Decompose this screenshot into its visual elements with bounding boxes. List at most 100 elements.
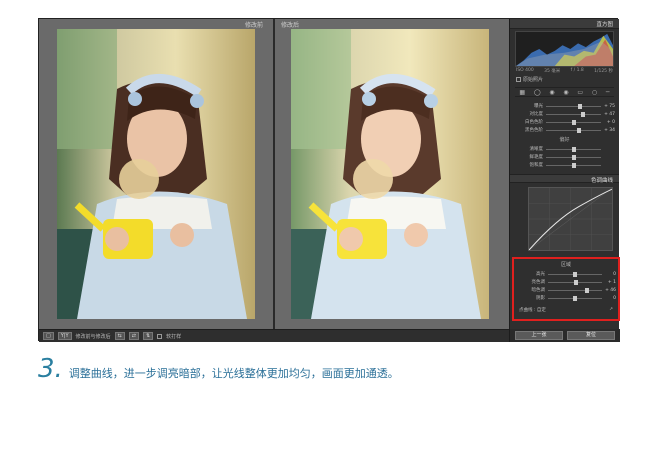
slider-knob[interactable] — [571, 154, 576, 160]
tool-strip: ▦ ◯ ◉ ◉ ▭ ○ ─ — [515, 87, 614, 97]
curve-edit-icon[interactable]: ↗ — [609, 307, 613, 313]
tone-curve-graph[interactable] — [528, 187, 613, 251]
slider-row[interactable]: 对比度 + 47 — [514, 110, 615, 118]
crop-icon[interactable]: ◯ — [534, 89, 541, 96]
after-label: 修改后 — [281, 22, 300, 29]
slider-track[interactable] — [546, 103, 601, 109]
soft-proof-label: 软打样 — [166, 333, 182, 340]
slider-row[interactable]: 清晰度 — [514, 145, 615, 153]
caption-text: 调整曲线，进一步调亮暗部，让光线整体更加均匀，画面更加通透。 — [68, 367, 399, 380]
slider-row[interactable]: 亮色调 + 1 — [516, 278, 616, 286]
soft-proof-checkbox[interactable] — [157, 333, 163, 339]
slider-knob[interactable] — [577, 127, 581, 133]
slider-track[interactable] — [548, 295, 602, 301]
original-photo-checkbox[interactable] — [516, 77, 521, 82]
tone-curve-header[interactable]: 色调曲线 — [510, 174, 619, 184]
slider-value[interactable]: + 46 — [602, 288, 616, 293]
redeye-icon[interactable]: ◉ — [563, 89, 568, 96]
after-pane[interactable]: 修改后 — [275, 19, 509, 329]
slider-knob[interactable] — [585, 287, 590, 293]
after-photo — [291, 29, 489, 319]
slider-knob[interactable] — [574, 279, 579, 285]
before-label: 修改前 — [245, 22, 264, 29]
slider-row[interactable]: 鲜艳度 — [514, 153, 615, 161]
slider-track[interactable] — [546, 119, 601, 125]
iso-value: ISO 400 — [516, 68, 534, 73]
original-photo-toggle[interactable]: 原始照片 — [510, 75, 619, 84]
slider-value[interactable]: 0 — [602, 296, 616, 301]
slider-row[interactable]: 阴影 0 — [516, 294, 616, 302]
slider-track[interactable] — [546, 127, 601, 133]
slider-value[interactable]: + 0 — [601, 120, 615, 125]
radial-filter-icon[interactable]: ○ — [592, 89, 597, 96]
slider-row[interactable]: 暗色调 + 46 — [516, 286, 616, 294]
slider-track[interactable] — [546, 162, 601, 168]
slider-label: 白色色阶 — [525, 120, 543, 125]
graduated-filter-icon[interactable]: ▭ — [577, 89, 583, 96]
slider-row[interactable]: 高光 0 — [516, 270, 616, 278]
compare-view-button[interactable]: Y|Y — [57, 332, 72, 340]
develop-panel: 直方图 ISO 400 35 毫米 f / 1.8 1/125 秒 原始照片 ▦… — [509, 19, 620, 342]
slider-knob[interactable] — [573, 295, 577, 301]
slider-knob[interactable] — [573, 271, 577, 277]
point-curve-label: 点曲线 : 自定 — [519, 308, 546, 313]
slider-value[interactable]: + 34 — [601, 128, 615, 133]
compare-viewer: 修改前 修改后 — [39, 19, 509, 329]
lightroom-window: 修改前 修改后 □ Y|Y 修改前与修改后 ⇆ ⇄ ⇅ 软打样 直方图 ISO … — [38, 18, 620, 342]
caption: 3. 调整曲线，进一步调亮暗部，让光线整体更加均匀，画面更加通透。 — [38, 354, 399, 384]
slider-label: 亮色调 — [531, 280, 546, 285]
previous-button[interactable]: 上一张 — [515, 331, 563, 340]
point-curve-select[interactable]: 自定 — [537, 308, 546, 313]
slider-knob[interactable] — [571, 162, 576, 168]
copy-settings-right-button[interactable]: ⇄ — [128, 332, 139, 340]
slider-label: 饱和度 — [529, 163, 544, 168]
slider-knob[interactable] — [571, 119, 576, 125]
slider-track[interactable] — [548, 287, 602, 293]
region-highlight: 区域 高光 0 亮色调 + 1 暗色调 + 46 阴影 0 点曲线: 自定 ↗ — [512, 257, 620, 321]
slider-label: 高光 — [536, 272, 545, 277]
basic-sliders: 曝光 + 75 对比度 + 47 白色色阶 + 0 黑色色阶 + 34 偏好 清… — [510, 100, 619, 171]
slider-knob[interactable] — [578, 103, 583, 109]
compare-mode-label[interactable]: 修改前与修改后 — [76, 333, 111, 340]
toolbar: □ Y|Y 修改前与修改后 ⇆ ⇄ ⇅ 软打样 — [39, 329, 509, 342]
swap-button[interactable]: ⇅ — [142, 332, 154, 340]
panel-footer: 上一张 复位 — [510, 329, 620, 342]
slider-label: 阴影 — [536, 296, 545, 301]
slider-label: 鲜艳度 — [529, 155, 544, 160]
point-curve-row[interactable]: 点曲线 : 自定 ↗ — [516, 307, 616, 313]
slider-value[interactable]: + 47 — [601, 112, 615, 117]
before-pane[interactable]: 修改前 — [39, 19, 273, 329]
focal-length: 35 毫米 — [544, 69, 561, 74]
slider-row[interactable]: 曝光 + 75 — [514, 102, 615, 110]
grid-icon[interactable]: ▦ — [519, 89, 525, 96]
slider-label: 对比度 — [529, 112, 544, 117]
slider-track[interactable] — [548, 271, 602, 277]
slider-label: 曝光 — [534, 104, 543, 109]
slider-row[interactable]: 黑色色阶 + 34 — [514, 126, 615, 134]
slider-track[interactable] — [546, 154, 601, 160]
shutter: 1/125 秒 — [594, 69, 613, 74]
histogram — [515, 31, 614, 67]
aperture: f / 1.8 — [570, 68, 584, 73]
slider-knob[interactable] — [581, 111, 586, 117]
slider-track[interactable] — [546, 111, 601, 117]
slider-track[interactable] — [546, 146, 601, 152]
adjustment-brush-icon[interactable]: ─ — [606, 89, 610, 96]
before-photo — [57, 29, 255, 319]
slider-value[interactable]: + 75 — [601, 104, 615, 109]
slider-label: 暗色调 — [531, 288, 546, 293]
slider-knob[interactable] — [571, 146, 576, 152]
reset-button[interactable]: 复位 — [567, 331, 615, 340]
slider-row[interactable]: 白色色阶 + 0 — [514, 118, 615, 126]
slider-row[interactable]: 饱和度 — [514, 161, 615, 169]
slider-label: 黑色色阶 — [525, 128, 543, 133]
histogram-header[interactable]: 直方图 — [510, 19, 619, 29]
loupe-view-button[interactable]: □ — [43, 332, 54, 340]
copy-settings-button[interactable]: ⇆ — [114, 332, 125, 340]
original-photo-label: 原始照片 — [523, 77, 544, 83]
slider-track[interactable] — [548, 279, 602, 285]
spot-removal-icon[interactable]: ◉ — [549, 89, 554, 96]
slider-label: 清晰度 — [529, 147, 544, 152]
slider-value[interactable]: 0 — [602, 272, 616, 277]
slider-value[interactable]: + 1 — [602, 280, 616, 285]
